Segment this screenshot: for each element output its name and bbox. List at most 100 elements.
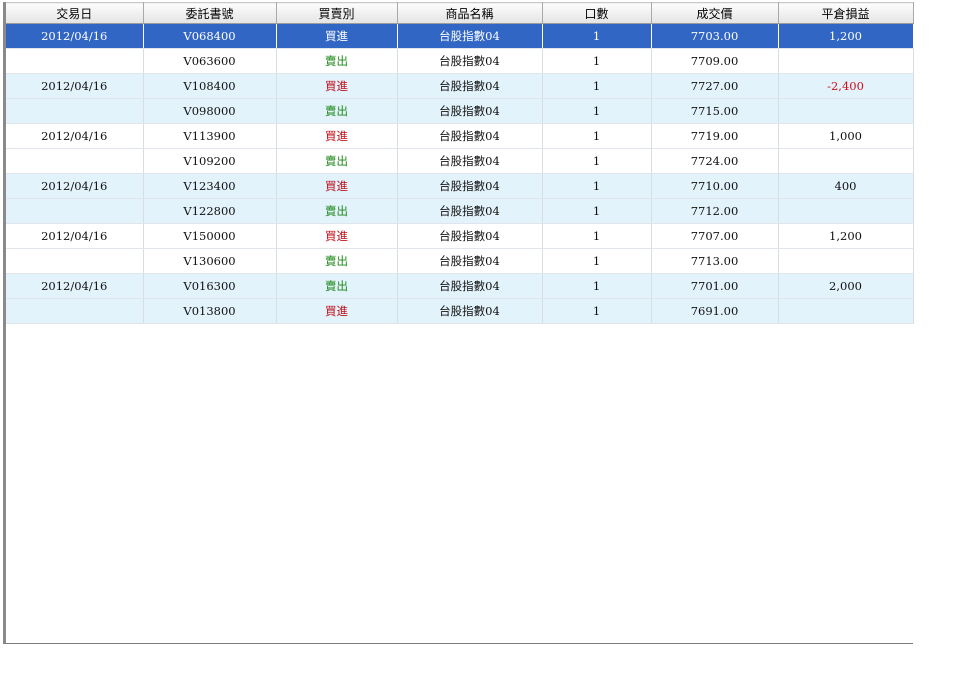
cell-product-name: 台股指數04 xyxy=(397,98,543,124)
cell-trade-date xyxy=(6,298,144,324)
cell-lots: 1 xyxy=(542,273,652,299)
cell-fill-price: 7691.00 xyxy=(651,298,779,324)
cell-fill-price: 7703.00 xyxy=(651,23,779,49)
cell-product-name: 台股指數04 xyxy=(397,23,543,49)
column-header-order-number[interactable]: 委託書號 xyxy=(143,2,277,24)
cell-side: 賣出 xyxy=(276,248,398,274)
cell-side: 買進 xyxy=(276,298,398,324)
cell-order-number: V150000 xyxy=(143,223,277,249)
column-header-lots[interactable]: 口數 xyxy=(542,2,652,24)
cell-side: 賣出 xyxy=(276,98,398,124)
table-row[interactable]: 2012/04/16 V123400 買進 台股指數04 1 7710.00 4… xyxy=(6,173,914,199)
cell-lots: 1 xyxy=(542,248,652,274)
table-row[interactable]: 2012/04/16 V068400 買進 台股指數04 1 7703.00 1… xyxy=(6,23,914,49)
cell-product-name: 台股指數04 xyxy=(397,198,543,224)
cell-side: 買進 xyxy=(276,23,398,49)
cell-lots: 1 xyxy=(542,298,652,324)
trade-table-body: 2012/04/16 V068400 買進 台股指數04 1 7703.00 1… xyxy=(6,23,914,324)
cell-order-number: V098000 xyxy=(143,98,277,124)
cell-fill-price: 7727.00 xyxy=(651,73,779,99)
column-header-product-name[interactable]: 商品名稱 xyxy=(397,2,543,24)
trade-grid[interactable]: 交易日 委託書號 買賣別 商品名稱 口數 成交價 平倉損益 2012/04/16… xyxy=(3,2,914,644)
cell-side: 賣出 xyxy=(276,48,398,74)
cell-order-number: V113900 xyxy=(143,123,277,149)
column-header-fill-price[interactable]: 成交價 xyxy=(651,2,779,24)
cell-side: 買進 xyxy=(276,223,398,249)
table-row[interactable]: V013800 買進 台股指數04 1 7691.00 xyxy=(6,298,914,324)
cell-realized-pnl: 1,200 xyxy=(778,23,914,49)
table-row[interactable]: 2012/04/16 V016300 賣出 台股指數04 1 7701.00 2… xyxy=(6,273,914,299)
cell-lots: 1 xyxy=(542,123,652,149)
table-row[interactable]: 2012/04/16 V113900 買進 台股指數04 1 7719.00 1… xyxy=(6,123,914,149)
cell-order-number: V068400 xyxy=(143,23,277,49)
cell-order-number: V016300 xyxy=(143,273,277,299)
cell-lots: 1 xyxy=(542,98,652,124)
table-row[interactable]: V109200 賣出 台股指數04 1 7724.00 xyxy=(6,148,914,174)
cell-side: 賣出 xyxy=(276,198,398,224)
trade-table: 交易日 委託書號 買賣別 商品名稱 口數 成交價 平倉損益 2012/04/16… xyxy=(6,2,914,324)
cell-realized-pnl xyxy=(778,98,914,124)
table-row[interactable]: 2012/04/16 V150000 買進 台股指數04 1 7707.00 1… xyxy=(6,223,914,249)
cell-side: 買進 xyxy=(276,173,398,199)
cell-side: 買進 xyxy=(276,73,398,99)
header-row: 交易日 委託書號 買賣別 商品名稱 口數 成交價 平倉損益 xyxy=(6,2,914,24)
cell-order-number: V123400 xyxy=(143,173,277,199)
cell-trade-date xyxy=(6,48,144,74)
cell-trade-date: 2012/04/16 xyxy=(6,223,144,249)
cell-lots: 1 xyxy=(542,173,652,199)
cell-trade-date: 2012/04/16 xyxy=(6,73,144,99)
cell-trade-date: 2012/04/16 xyxy=(6,273,144,299)
cell-order-number: V122800 xyxy=(143,198,277,224)
cell-trade-date xyxy=(6,248,144,274)
cell-lots: 1 xyxy=(542,73,652,99)
cell-realized-pnl: 1,200 xyxy=(778,223,914,249)
cell-lots: 1 xyxy=(542,48,652,74)
cell-product-name: 台股指數04 xyxy=(397,48,543,74)
cell-fill-price: 7710.00 xyxy=(651,173,779,199)
table-row[interactable]: V098000 賣出 台股指數04 1 7715.00 xyxy=(6,98,914,124)
cell-side: 賣出 xyxy=(276,148,398,174)
column-header-trade-date[interactable]: 交易日 xyxy=(6,2,144,24)
column-header-realized-pnl[interactable]: 平倉損益 xyxy=(778,2,914,24)
cell-fill-price: 7719.00 xyxy=(651,123,779,149)
cell-realized-pnl xyxy=(778,48,914,74)
cell-realized-pnl: 1,000 xyxy=(778,123,914,149)
cell-fill-price: 7712.00 xyxy=(651,198,779,224)
table-row[interactable]: V122800 賣出 台股指數04 1 7712.00 xyxy=(6,198,914,224)
cell-side: 賣出 xyxy=(276,273,398,299)
cell-realized-pnl xyxy=(778,148,914,174)
cell-realized-pnl xyxy=(778,248,914,274)
cell-fill-price: 7715.00 xyxy=(651,98,779,124)
cell-order-number: V063600 xyxy=(143,48,277,74)
cell-product-name: 台股指數04 xyxy=(397,73,543,99)
cell-order-number: V109200 xyxy=(143,148,277,174)
cell-product-name: 台股指數04 xyxy=(397,123,543,149)
table-row[interactable]: 2012/04/16 V108400 買進 台股指數04 1 7727.00 -… xyxy=(6,73,914,99)
cell-product-name: 台股指數04 xyxy=(397,148,543,174)
table-row[interactable]: V063600 賣出 台股指數04 1 7709.00 xyxy=(6,48,914,74)
table-row[interactable]: V130600 賣出 台股指數04 1 7713.00 xyxy=(6,248,914,274)
cell-realized-pnl xyxy=(778,198,914,224)
cell-lots: 1 xyxy=(542,148,652,174)
cell-trade-date: 2012/04/16 xyxy=(6,173,144,199)
cell-realized-pnl xyxy=(778,298,914,324)
cell-product-name: 台股指數04 xyxy=(397,248,543,274)
column-header-side[interactable]: 買賣別 xyxy=(276,2,398,24)
cell-lots: 1 xyxy=(542,198,652,224)
cell-fill-price: 7701.00 xyxy=(651,273,779,299)
cell-order-number: V013800 xyxy=(143,298,277,324)
cell-trade-date: 2012/04/16 xyxy=(6,23,144,49)
cell-trade-date xyxy=(6,198,144,224)
cell-lots: 1 xyxy=(542,223,652,249)
cell-product-name: 台股指數04 xyxy=(397,273,543,299)
cell-product-name: 台股指數04 xyxy=(397,298,543,324)
cell-fill-price: 7709.00 xyxy=(651,48,779,74)
cell-side: 買進 xyxy=(276,123,398,149)
cell-order-number: V130600 xyxy=(143,248,277,274)
cell-fill-price: 7713.00 xyxy=(651,248,779,274)
cell-trade-date: 2012/04/16 xyxy=(6,123,144,149)
cell-trade-date xyxy=(6,148,144,174)
cell-product-name: 台股指數04 xyxy=(397,223,543,249)
cell-order-number: V108400 xyxy=(143,73,277,99)
cell-fill-price: 7707.00 xyxy=(651,223,779,249)
